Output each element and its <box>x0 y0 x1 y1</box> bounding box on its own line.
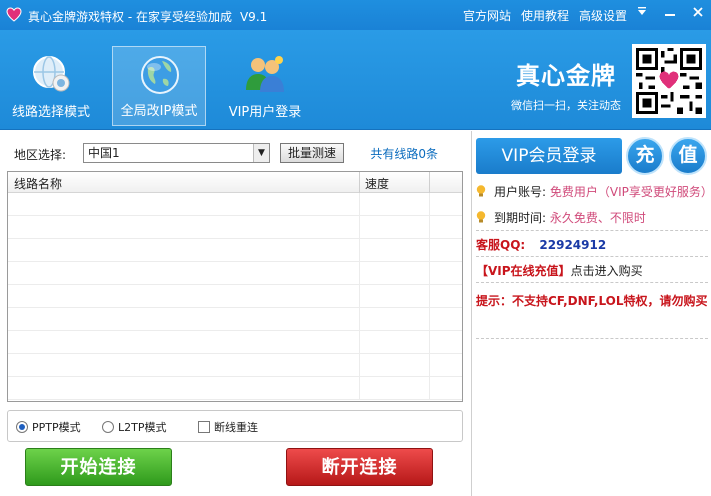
table-header: 线路名称 速度 <box>8 172 462 193</box>
users-icon <box>246 56 284 92</box>
close-icon <box>693 7 703 17</box>
account-label: 用户账号: <box>494 185 547 199</box>
account-value: 免费用户（VIP享受更好服务） <box>549 185 711 199</box>
region-row: 地区选择: 中国1 ▼ 批量测速 共有线路0条 <box>14 143 454 165</box>
table-row <box>8 262 462 285</box>
column-header-name[interactable]: 线路名称 <box>14 175 62 192</box>
menu-dropdown-button[interactable] <box>631 4 653 24</box>
batch-speed-test-button[interactable]: 批量测速 <box>280 143 344 163</box>
expiry-row: 到期时间: 永久免费、不限时 <box>476 209 646 227</box>
tab-global-ip-label: 全局改IP模式 <box>120 104 198 119</box>
globe-icon <box>141 56 179 94</box>
reconnect-checkbox[interactable]: 断线重连 <box>198 419 258 435</box>
connection-options: PPTP模式 L2TP模式 断线重连 <box>7 410 463 442</box>
column-divider <box>429 172 430 193</box>
divider <box>476 282 708 283</box>
official-site-link[interactable]: 官方网站 <box>463 7 511 24</box>
chevron-down-icon <box>638 7 646 15</box>
top-links: 官方网站 使用教程 高级设置 <box>463 7 627 24</box>
vip-login-button[interactable]: VIP会员登录 <box>476 138 622 174</box>
app-logo-icon <box>6 7 22 22</box>
region-selected-value: 中国1 <box>88 146 120 160</box>
start-connect-button[interactable]: 开始连接 <box>25 448 172 486</box>
recharge-hint: 点击进入购买 <box>570 264 643 278</box>
divider <box>476 256 708 257</box>
brand-block: 真心金牌 微信扫一扫，关注动态 <box>506 56 626 113</box>
table-row <box>8 308 462 331</box>
tutorial-link[interactable]: 使用教程 <box>521 7 569 24</box>
service-qq: 客服QQ: 22924912 <box>476 236 711 253</box>
app-title: 真心金牌游戏特权 - 在家享受经验加成 <box>28 10 232 24</box>
table-row <box>8 239 462 262</box>
notice-tip: 提示：不支持CF,DNF,LOL特权，请勿购买 <box>476 294 708 308</box>
tab-vip-login[interactable]: VIP用户登录 <box>218 46 312 126</box>
advanced-settings-link[interactable]: 高级设置 <box>579 7 627 24</box>
expiry-label: 到期时间: <box>494 211 547 225</box>
divider <box>476 338 708 339</box>
online-recharge-link[interactable]: 【VIP在线充值】 <box>476 264 571 278</box>
divider <box>476 230 708 231</box>
table-row <box>8 354 462 377</box>
qq-number: 22924912 <box>539 238 607 252</box>
header: 线路选择模式 全局改IP模式 VIP用户登录 真心金牌 微信扫一扫，关注动态 <box>0 30 711 130</box>
window-title: 真心金牌游戏特权 - 在家享受经验加成 V9.1 <box>28 8 267 25</box>
qr-code-icon <box>636 48 702 114</box>
close-button[interactable] <box>687 4 709 24</box>
pptp-label: PPTP模式 <box>32 421 81 434</box>
online-recharge: 【VIP在线充值】点击进入购买 <box>476 262 711 279</box>
bulb-icon <box>476 211 486 223</box>
table-row <box>8 377 462 400</box>
disconnect-button[interactable]: 断开连接 <box>286 448 433 486</box>
net-globe-icon <box>33 56 70 92</box>
region-select[interactable]: 中国1 ▼ <box>83 143 270 163</box>
reconnect-label: 断线重连 <box>214 421 258 434</box>
l2tp-label: L2TP模式 <box>118 421 167 434</box>
wechat-qr-code <box>632 44 706 118</box>
title-bar: 真心金牌游戏特权 - 在家享受经验加成 V9.1 官方网站 使用教程 高级设置 <box>0 0 711 30</box>
account-row: 用户账号: 免费用户（VIP享受更好服务） <box>476 183 711 201</box>
brand-title: 真心金牌 <box>516 62 616 90</box>
table-row <box>8 193 462 216</box>
qq-label: 客服QQ: <box>476 238 526 252</box>
route-table[interactable]: 线路名称 速度 <box>7 171 463 402</box>
table-row <box>8 331 462 354</box>
bulb-icon <box>476 185 486 197</box>
region-label: 地区选择: <box>14 148 67 162</box>
checkbox-unchecked-icon <box>198 421 210 433</box>
table-row <box>8 216 462 239</box>
radio-unchecked-icon <box>102 421 114 433</box>
tab-route-select[interactable]: 线路选择模式 <box>4 46 98 126</box>
table-row <box>8 285 462 308</box>
pptp-radio[interactable]: PPTP模式 <box>16 419 81 435</box>
l2tp-radio[interactable]: L2TP模式 <box>102 419 166 435</box>
tab-route-select-label: 线路选择模式 <box>11 105 90 120</box>
minimize-button[interactable] <box>659 4 681 24</box>
account-panel: VIP会员登录 充 值 用户账号: 免费用户（VIP享受更好服务） 到期时间: … <box>471 131 711 496</box>
line-count: 共有线路0条 <box>370 147 438 161</box>
radio-checked-icon <box>16 421 28 433</box>
column-header-speed[interactable]: 速度 <box>365 175 389 192</box>
value-button[interactable]: 值 <box>669 137 707 175</box>
app-version: V9.1 <box>239 10 268 24</box>
tab-global-ip[interactable]: 全局改IP模式 <box>112 46 206 126</box>
brand-subtitle: 微信扫一扫，关注动态 <box>511 99 621 112</box>
tab-vip-login-label: VIP用户登录 <box>228 105 302 120</box>
chevron-down-icon: ▼ <box>253 144 269 162</box>
column-divider <box>359 172 360 193</box>
recharge-button[interactable]: 充 <box>626 137 664 175</box>
expiry-value: 永久免费、不限时 <box>549 211 646 225</box>
minimize-icon <box>665 14 675 16</box>
